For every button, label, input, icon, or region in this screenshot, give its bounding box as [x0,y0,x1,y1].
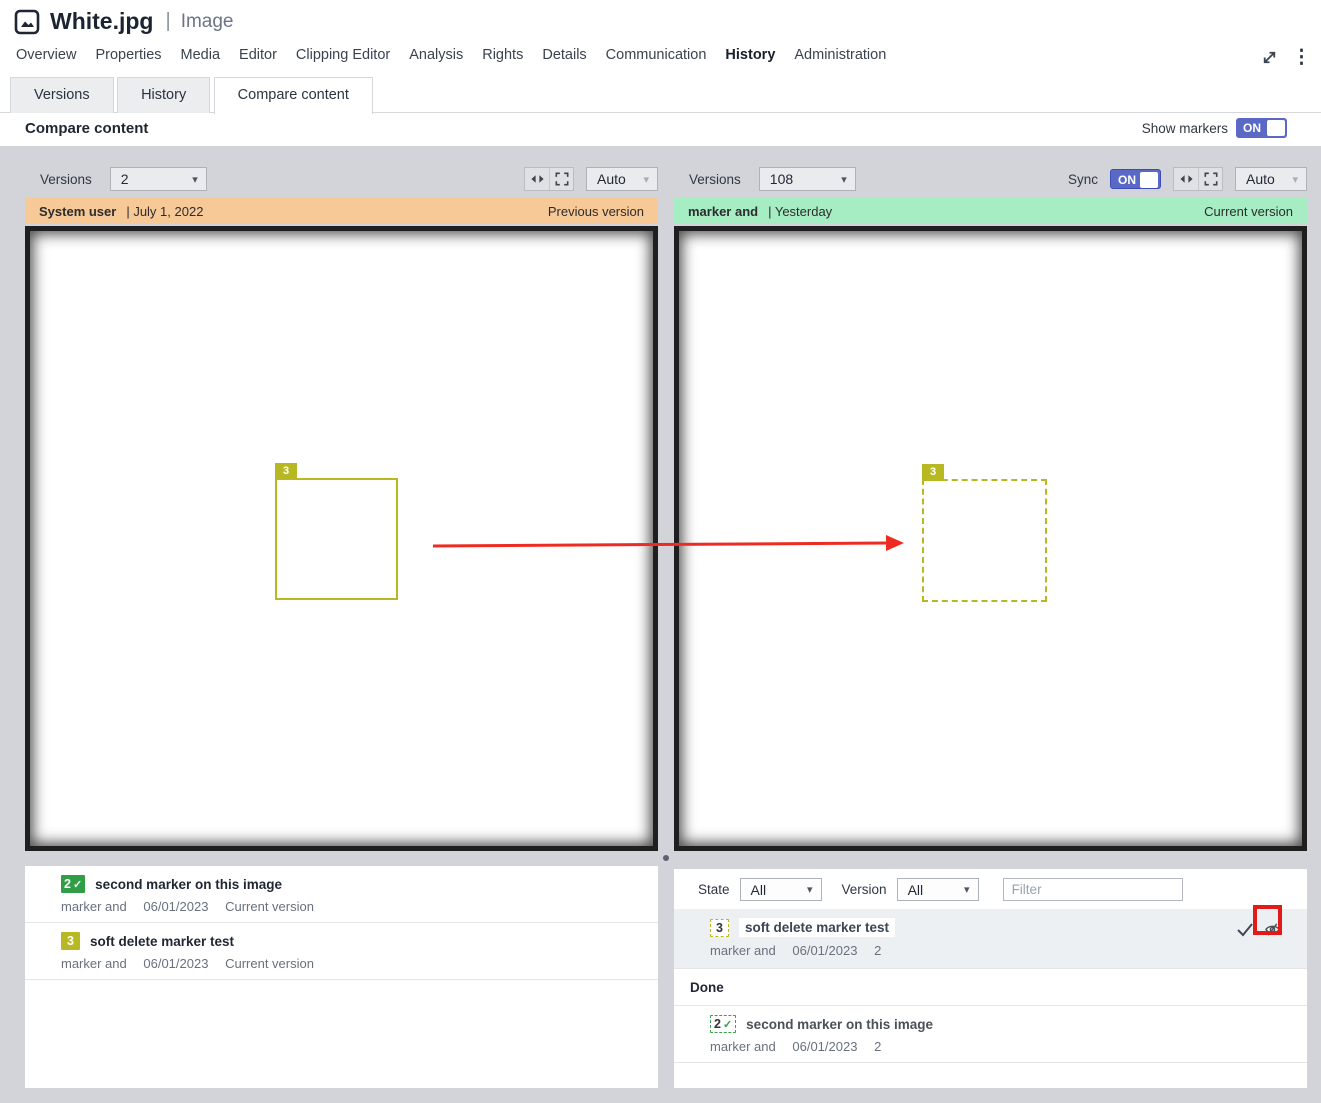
chevron-down-icon: ▾ [807,883,813,896]
marker-badge-done: 2✓ [710,1015,736,1033]
nav-communication[interactable]: Communication [606,47,707,63]
toggle-knob [1140,172,1158,188]
done-section-header: Done [674,969,1307,1005]
version-filter-select[interactable]: All ▾ [897,878,979,901]
current-version-banner: marker and | Yesterday Current version [674,198,1307,224]
splitter-handle[interactable] [663,855,669,861]
expand-icon[interactable] [1261,49,1278,66]
zoom-select-left[interactable]: Auto ▾ [586,167,658,191]
nav-administration[interactable]: Administration [794,47,886,63]
marker-list-right: State All ▾ Version All ▾ 3 soft delete … [674,869,1307,1088]
chevron-down-icon: ▾ [841,173,847,186]
nav-history[interactable]: History [725,47,775,63]
filter-input[interactable] [1003,878,1183,901]
versions-label-right: Versions [689,172,741,187]
toggle-knob [1267,120,1285,136]
nav-details[interactable]: Details [542,47,586,63]
marker-version: Current version [225,956,314,971]
nav-rights[interactable]: Rights [482,47,523,63]
state-label: State [698,882,730,897]
fullscreen-icon-left[interactable] [549,168,573,190]
show-markers-toggle[interactable]: ON [1236,118,1287,138]
marker-badge-outline: 3 [710,919,729,937]
image-file-icon [14,9,40,35]
marker-badge-yellow: 3 [61,932,80,950]
title-separator: | [165,10,170,33]
marker-date: 06/01/2023 [143,956,208,971]
divider [25,979,658,980]
kebab-menu-icon[interactable]: ⋮ [1292,46,1311,69]
nav-overview[interactable]: Overview [16,47,76,63]
main-nav: Overview Properties Media Editor Clippin… [16,47,886,63]
marker-date: 06/01/2023 [143,899,208,914]
page-title: White.jpg [50,8,153,35]
marker-version: 2 [874,1039,881,1054]
selected-marker-row[interactable]: 3 soft delete marker test marker and 06/… [674,909,1307,968]
section-header: Compare content Show markers ON [0,113,1321,146]
chevron-down-icon: ▾ [192,173,198,186]
version-filter-label: Version [842,882,887,897]
nav-properties[interactable]: Properties [95,47,161,63]
chevron-down-icon: ▾ [643,173,649,186]
state-select[interactable]: All ▾ [740,878,822,901]
nav-analysis[interactable]: Analysis [409,47,463,63]
sync-label: Sync [1068,172,1098,187]
tab-bar: Versions History Compare content [0,77,1321,113]
marker-author: marker and [710,943,776,958]
chevron-down-icon: ▾ [1292,173,1298,186]
version-select-left[interactable]: 2 ▾ [110,167,207,191]
marker-3-solid[interactable]: 3 [275,478,398,600]
compare-arrows-icon[interactable] [1174,168,1198,190]
marker-version: 2 [874,943,881,958]
tab-versions[interactable]: Versions [10,77,114,113]
marker-author: marker and [61,899,127,914]
tab-compare-content[interactable]: Compare content [214,77,373,114]
nav-clipping-editor[interactable]: Clipping Editor [296,47,390,63]
marker-list-left: 2✓ second marker on this image marker an… [25,866,658,1088]
tab-history[interactable]: History [117,77,210,113]
marker-author: marker and [61,956,127,971]
compare-arrows-icon[interactable] [525,168,549,190]
asset-type-label: Image [181,11,234,33]
marker-title: soft delete marker test [739,918,895,937]
marker-date: 06/01/2023 [792,1039,857,1054]
marker-3-dashed[interactable]: 3 [922,479,1047,602]
zoom-select-right[interactable]: Auto ▾ [1235,167,1307,191]
list-item[interactable]: 3 soft delete marker test marker and 06/… [25,923,658,979]
marker-filter-bar: State All ▾ Version All ▾ [674,869,1307,909]
divider [674,1062,1307,1063]
marker-number-badge: 3 [275,463,297,480]
list-item[interactable]: 2✓ second marker on this image marker an… [25,866,658,922]
chevron-down-icon: ▾ [964,883,970,896]
section-title: Compare content [25,120,148,137]
image-viewer-left[interactable]: 3 [25,226,658,851]
hide-marker-eye-slash-icon[interactable] [1264,921,1281,938]
marker-number-badge: 3 [922,464,944,481]
done-marker-row[interactable]: 2✓ second marker on this image marker an… [674,1006,1307,1062]
versions-label-left: Versions [40,172,92,187]
marker-date: 06/01/2023 [792,943,857,958]
show-markers-label: Show markers [1142,121,1228,136]
marker-author: marker and [710,1039,776,1054]
mark-done-check-icon[interactable] [1235,921,1254,938]
fullscreen-icon-right[interactable] [1198,168,1222,190]
sync-toggle[interactable]: ON [1110,169,1161,189]
image-viewer-right[interactable]: 3 [674,226,1307,851]
left-panel-controls: Versions 2 ▾ Auto ▾ [25,166,658,192]
title-row: White.jpg | Image [14,8,234,35]
right-panel-controls: Versions 108 ▾ Sync ON Auto ▾ [674,166,1307,192]
version-select-right[interactable]: 108 ▾ [759,167,856,191]
check-icon: ✓ [73,878,82,891]
app-header: White.jpg | Image Overview Properties Me… [0,0,1321,146]
previous-version-banner: System user | July 1, 2022 Previous vers… [25,198,658,224]
nav-media[interactable]: Media [181,47,221,63]
marker-badge-green: 2✓ [61,875,85,893]
check-icon: ✓ [723,1018,732,1031]
marker-version: Current version [225,899,314,914]
nav-editor[interactable]: Editor [239,47,277,63]
